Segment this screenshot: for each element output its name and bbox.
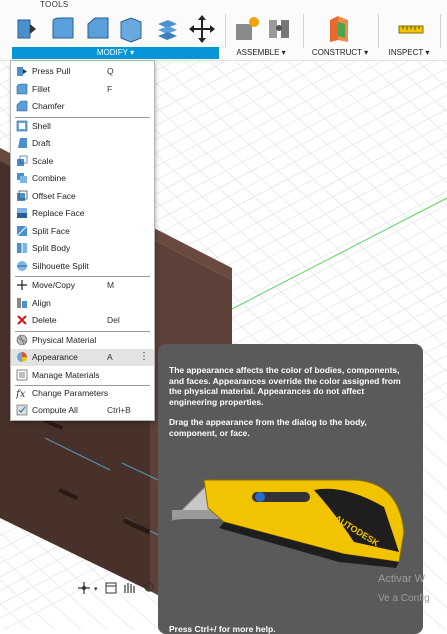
modify-menu: Press Pull Q Fillet F Chamfer Shell Draf… xyxy=(10,60,155,421)
physical-material-icon xyxy=(16,334,28,346)
tools-caption: TOOLS xyxy=(40,0,69,9)
menu-item-move-copy[interactable]: Move/Copy M xyxy=(11,277,154,294)
toolbar: TOOLS MODIFY ▾ ASSEMBLE ▾ CONSTRUCT ▾ IN… xyxy=(0,0,447,61)
menu-item-delete[interactable]: Delete Del xyxy=(11,312,154,329)
menu-item-replace-face[interactable]: Replace Face xyxy=(11,205,154,222)
menu-item-appearance[interactable]: Appearance A ⋮ xyxy=(11,349,154,366)
silhouette-split-icon xyxy=(17,261,27,271)
assemble-dropdown-button[interactable]: ASSEMBLE ▾ xyxy=(230,47,292,59)
menu-item-split-body[interactable]: Split Body xyxy=(11,240,154,257)
menu-item-compute-all[interactable]: Compute All Ctrl+B xyxy=(11,402,154,419)
measure-icon[interactable] xyxy=(398,14,424,44)
construct-dropdown-button[interactable]: CONSTRUCT ▾ xyxy=(307,47,373,59)
navigation-bar: ▾ xyxy=(78,582,154,594)
draft-icon xyxy=(18,138,27,148)
menu-item-physical-material[interactable]: Physical Material xyxy=(11,332,154,349)
appearance-icon xyxy=(17,352,27,362)
menu-item-align[interactable]: Align xyxy=(11,295,154,312)
replace-face-icon xyxy=(17,208,27,218)
menu-item-silhouette-split[interactable]: Silhouette Split xyxy=(11,258,154,275)
fillet-icon[interactable] xyxy=(50,14,76,44)
split-body-icon xyxy=(17,243,27,253)
menu-item-shell[interactable]: Shell xyxy=(11,118,154,135)
pan-icon[interactable] xyxy=(124,583,135,593)
combine-icon[interactable] xyxy=(153,14,179,44)
activation-watermark-subtitle: Ve a Config xyxy=(378,593,430,604)
orbit-icon[interactable] xyxy=(78,582,90,594)
tooltip-help-hint: Press Ctrl+/ for more help. xyxy=(169,624,276,634)
tooltip-description: The appearance affects the color of bodi… xyxy=(169,365,401,407)
menu-item-split-face[interactable]: Split Face xyxy=(11,223,154,240)
press-pull-icon xyxy=(17,67,27,76)
zoom-icon[interactable] xyxy=(144,582,154,592)
split-face-icon xyxy=(16,225,28,237)
menu-item-draft[interactable]: Draft xyxy=(11,135,154,152)
chevron-down-icon: ▾ xyxy=(94,585,98,593)
utility-knife-image: AUTODESK xyxy=(170,479,405,568)
appearance-tooltip: The appearance affects the color of bodi… xyxy=(158,344,423,634)
chamfer-icon[interactable] xyxy=(85,14,111,44)
offset-face-icon xyxy=(17,190,28,201)
press-pull-icon[interactable] xyxy=(14,14,40,44)
scale-icon xyxy=(17,155,28,166)
function-icon: fx xyxy=(16,389,26,399)
menu-item-manage-materials[interactable]: Manage Materials xyxy=(11,367,154,384)
chamfer-icon xyxy=(16,100,28,112)
fillet-icon xyxy=(16,83,28,95)
modify-dropdown-button[interactable]: MODIFY ▾ xyxy=(12,47,219,59)
tooltip-instruction: Drag the appearance from the dialog to t… xyxy=(169,417,367,438)
menu-item-combine[interactable]: Combine xyxy=(11,170,154,187)
compute-all-icon xyxy=(16,404,28,416)
menu-item-change-parameters[interactable]: fx Change Parameters xyxy=(11,385,154,402)
menu-item-chamfer[interactable]: Chamfer xyxy=(11,98,154,115)
menu-item-press-pull[interactable]: Press Pull Q xyxy=(11,63,154,80)
inspect-dropdown-button[interactable]: INSPECT ▾ xyxy=(383,47,435,59)
align-icon xyxy=(17,298,27,308)
look-at-icon[interactable] xyxy=(105,582,117,594)
new-component-icon[interactable] xyxy=(234,14,260,44)
menu-item-offset-face[interactable]: Offset Face xyxy=(11,188,154,205)
move-icon[interactable] xyxy=(189,14,215,44)
y-axis-line xyxy=(229,197,447,311)
joint-icon[interactable] xyxy=(266,14,292,44)
shell-icon[interactable] xyxy=(118,14,144,44)
activation-watermark-title: Activar W xyxy=(378,573,426,585)
more-options-icon[interactable]: ⋮ xyxy=(139,351,149,362)
manage-materials-icon xyxy=(16,369,28,381)
shell-icon xyxy=(16,120,28,132)
menu-item-fillet[interactable]: Fillet F xyxy=(11,81,154,98)
offset-plane-icon[interactable] xyxy=(326,14,352,44)
menu-item-scale[interactable]: Scale xyxy=(11,153,154,170)
combine-icon xyxy=(17,173,27,183)
delete-icon xyxy=(17,315,27,325)
move-icon xyxy=(17,280,27,290)
svg-text:fx: fx xyxy=(16,389,26,399)
